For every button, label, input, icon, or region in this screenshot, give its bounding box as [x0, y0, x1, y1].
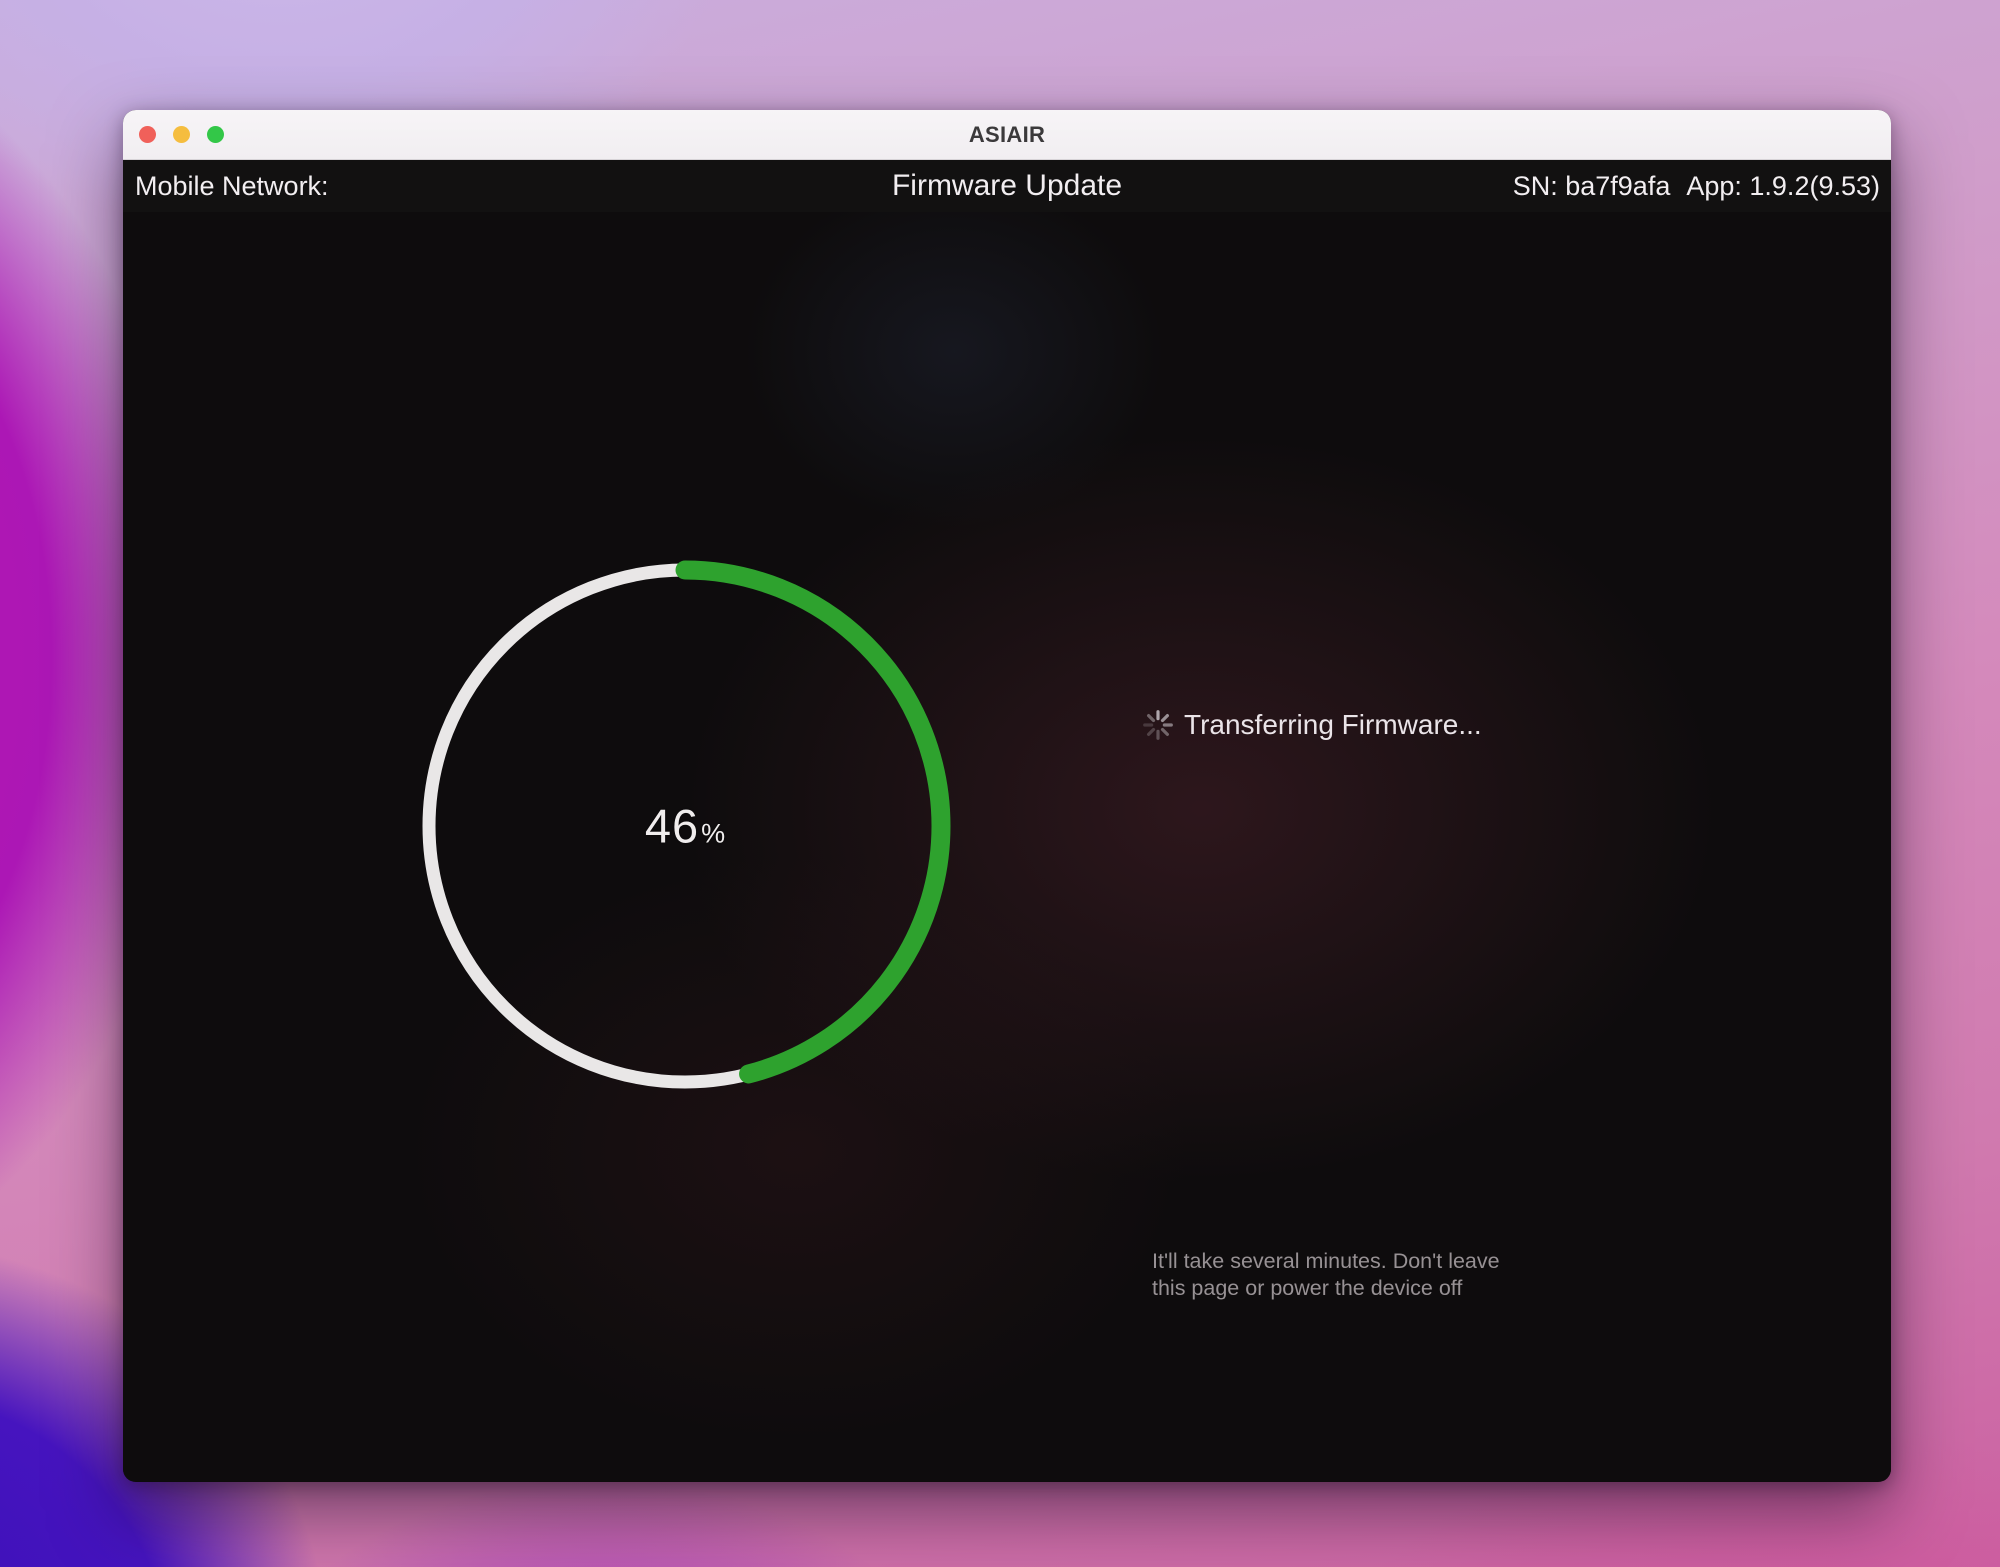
- zoom-button[interactable]: [207, 126, 224, 143]
- window-title: ASIAIR: [969, 122, 1045, 148]
- minimize-button[interactable]: [173, 126, 190, 143]
- device-info: SN: ba7f9afa App: 1.9.2(9.53): [1513, 171, 1880, 202]
- warning-note-line2: this page or power the device off: [1152, 1275, 1500, 1302]
- status-message: Transferring Firmware...: [1184, 709, 1482, 741]
- progress-percent-unit: %: [701, 819, 725, 850]
- window-titlebar: ASIAIR: [123, 110, 1891, 160]
- app-header: Mobile Network: Firmware Update SN: ba7f…: [123, 160, 1891, 212]
- mobile-network-label: Mobile Network:: [135, 171, 329, 202]
- activity-spinner-icon: [1141, 708, 1175, 742]
- warning-note-line1: It'll take several minutes. Don't leave: [1152, 1248, 1500, 1275]
- close-button[interactable]: [139, 126, 156, 143]
- status-row: Transferring Firmware...: [1141, 708, 1482, 742]
- page-title: Firmware Update: [892, 169, 1122, 203]
- app-version: App: 1.9.2(9.53): [1686, 171, 1880, 202]
- traffic-lights: [139, 110, 224, 159]
- warning-note: It'll take several minutes. Don't leave …: [1152, 1248, 1500, 1302]
- progress-percent-value: 46: [645, 799, 699, 854]
- asiair-window: ASIAIR Mobile Network: Firmware Update S…: [123, 110, 1891, 1482]
- serial-number: SN: ba7f9afa: [1513, 171, 1671, 202]
- firmware-update-content: 46 % Transferring Firmware... It'll take: [123, 212, 1891, 1481]
- progress-percent: 46 %: [645, 799, 725, 854]
